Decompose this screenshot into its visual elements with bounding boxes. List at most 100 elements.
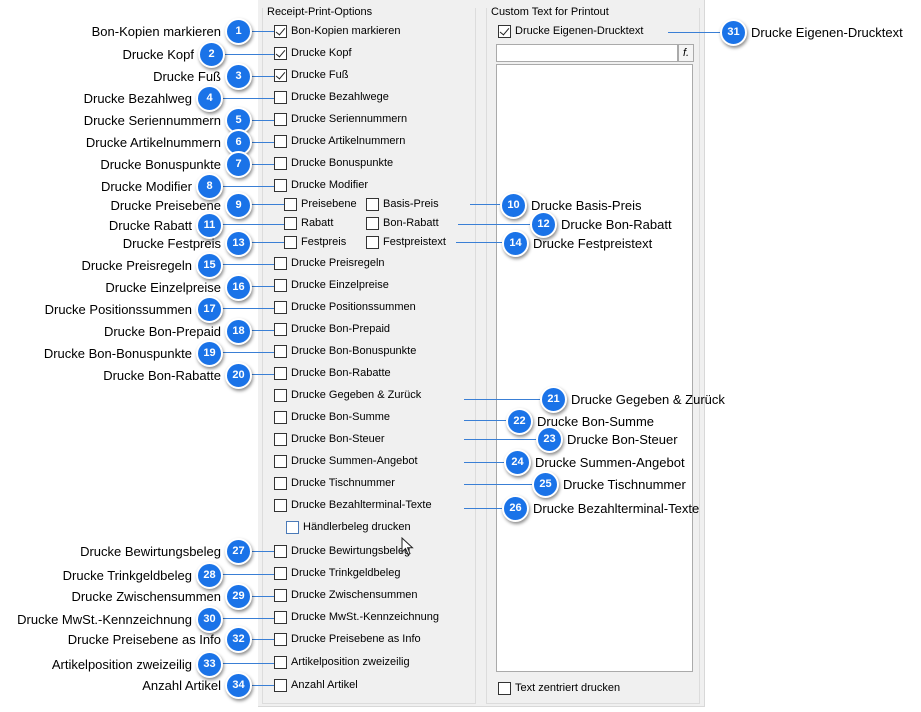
custom-text-input[interactable] (496, 44, 678, 62)
callout-31: 31 Drucke Eigenen-Drucktext (720, 18, 903, 46)
checkbox[interactable] (284, 235, 297, 249)
option-drucke-gegeben-zurueck[interactable]: Drucke Gegeben & Zurück (274, 387, 421, 403)
checkbox[interactable] (498, 681, 511, 695)
callout-26: 26 Drucke Bezahlterminal-Texte (502, 494, 699, 522)
callout-14: 14 Drucke Festpreistext (502, 229, 652, 257)
option-drucke-bezahlterminal-texte[interactable]: Drucke Bezahlterminal-Texte (274, 497, 432, 513)
checkbox[interactable] (366, 235, 379, 249)
option-bon-kopien-markieren[interactable]: Bon-Kopien markieren (274, 23, 400, 39)
leader-line (464, 484, 532, 485)
option-drucke-zwischensummen[interactable]: Drucke Zwischensummen (274, 587, 418, 603)
checkbox[interactable] (274, 610, 287, 624)
checkbox[interactable] (274, 454, 287, 468)
option-festpreistext[interactable]: Festpreistext (366, 234, 446, 250)
checkbox[interactable] (274, 655, 287, 669)
option-drucke-seriennummern[interactable]: Drucke Seriennummern (274, 111, 407, 127)
option-drucke-eigenen-drucktext[interactable]: Drucke Eigenen-Drucktext (498, 23, 643, 39)
function-button[interactable]: f. (678, 44, 694, 62)
option-bon-rabatt[interactable]: Bon-Rabatt (366, 215, 439, 231)
checkbox[interactable] (274, 322, 287, 336)
option-drucke-einzelpreise[interactable]: Drucke Einzelpreise (274, 277, 389, 293)
leader-line (456, 242, 502, 243)
option-haendlerbeleg-drucken[interactable]: Händlerbeleg drucken (286, 519, 411, 535)
leader-line (464, 420, 506, 421)
leader-line (470, 204, 500, 205)
option-drucke-artikelnummern[interactable]: Drucke Artikelnummern (274, 133, 405, 149)
option-drucke-modifier[interactable]: Drucke Modifier (274, 177, 368, 193)
leader-line (668, 32, 720, 33)
checkbox[interactable] (274, 24, 287, 38)
checkbox[interactable] (274, 588, 287, 602)
option-drucke-mwst-kennzeichnung[interactable]: Drucke MwSt.-Kennzeichnung (274, 609, 439, 625)
checkbox[interactable] (366, 197, 379, 211)
checkbox[interactable] (366, 216, 379, 230)
checkbox[interactable] (274, 498, 287, 512)
checkbox[interactable] (274, 566, 287, 580)
leader-line (248, 204, 284, 205)
checkbox[interactable] (284, 197, 297, 211)
checkbox[interactable] (286, 520, 299, 534)
option-drucke-bon-prepaid[interactable]: Drucke Bon-Prepaid (274, 321, 390, 337)
receipt-group-title: Receipt-Print-Options (265, 6, 375, 18)
leader-line (219, 264, 274, 265)
callout-32: Drucke Preisebene as Info 32 (68, 625, 252, 653)
callout-34: Anzahl Artikel 34 (142, 671, 252, 699)
leader-line (219, 308, 274, 309)
leader-line (219, 352, 274, 353)
checkbox[interactable] (274, 432, 287, 446)
option-drucke-tischnummer[interactable]: Drucke Tischnummer (274, 475, 395, 491)
option-drucke-bewirtungsbeleg[interactable]: Drucke Bewirtungsbeleg (274, 543, 410, 559)
checkbox[interactable] (274, 46, 287, 60)
option-festpreis[interactable]: Festpreis (284, 234, 346, 250)
leader-line (219, 98, 274, 99)
checkbox[interactable] (274, 112, 287, 126)
checkbox[interactable] (274, 68, 287, 82)
checkbox[interactable] (284, 216, 297, 230)
leader-line (458, 224, 530, 225)
checkbox[interactable] (274, 178, 287, 192)
option-drucke-bon-rabatte[interactable]: Drucke Bon-Rabatte (274, 365, 391, 381)
option-anzahl-artikel[interactable]: Anzahl Artikel (274, 677, 358, 693)
option-drucke-bon-summe[interactable]: Drucke Bon-Summe (274, 409, 390, 425)
checkbox[interactable] (274, 156, 287, 170)
leader-line (219, 574, 274, 575)
leader-line (464, 508, 504, 509)
option-drucke-preisregeln[interactable]: Drucke Preisregeln (274, 255, 385, 271)
checkbox[interactable] (274, 300, 287, 314)
checkbox[interactable] (274, 344, 287, 358)
checkbox[interactable] (274, 678, 287, 692)
callout-25: 25 Drucke Tischnummer (532, 470, 686, 498)
option-text-zentriert-drucken[interactable]: Text zentriert drucken (498, 680, 620, 696)
leader-line (248, 242, 284, 243)
callout-20: Drucke Bon-Rabatte 20 (103, 361, 252, 389)
option-drucke-kopf[interactable]: Drucke Kopf (274, 45, 352, 61)
checkbox[interactable] (274, 256, 287, 270)
custom-text-area[interactable] (496, 64, 693, 672)
checkbox[interactable] (274, 278, 287, 292)
option-artikelposition-zweizeilig[interactable]: Artikelposition zweizeilig (274, 654, 410, 670)
option-drucke-bonuspunkte[interactable]: Drucke Bonuspunkte (274, 155, 393, 171)
option-drucke-bon-steuer[interactable]: Drucke Bon-Steuer (274, 431, 385, 447)
checkbox[interactable] (274, 476, 287, 490)
checkbox[interactable] (274, 90, 287, 104)
option-drucke-bon-bonuspunkte[interactable]: Drucke Bon-Bonuspunkte (274, 343, 416, 359)
option-drucke-preisebene-as-info[interactable]: Drucke Preisebene as Info (274, 631, 421, 647)
checkbox[interactable] (274, 134, 287, 148)
checkbox[interactable] (274, 410, 287, 424)
option-rabatt[interactable]: Rabatt (284, 215, 333, 231)
checkbox[interactable] (274, 632, 287, 646)
option-drucke-trinkgeldbeleg[interactable]: Drucke Trinkgeldbeleg (274, 565, 400, 581)
option-drucke-fuss[interactable]: Drucke Fuß (274, 67, 348, 83)
option-drucke-positionssummen[interactable]: Drucke Positionssummen (274, 299, 416, 315)
custom-group-title: Custom Text for Printout (489, 6, 611, 18)
mouse-pointer-icon (401, 537, 414, 556)
option-preisebene[interactable]: Preisebene (284, 196, 357, 212)
checkbox[interactable] (274, 366, 287, 380)
checkbox[interactable] (274, 544, 287, 558)
leader-line (219, 186, 274, 187)
option-basis-preis[interactable]: Basis-Preis (366, 196, 439, 212)
checkbox[interactable] (274, 388, 287, 402)
checkbox[interactable] (498, 24, 511, 38)
option-drucke-bezahlwege[interactable]: Drucke Bezahlwege (274, 89, 389, 105)
option-drucke-summen-angebot[interactable]: Drucke Summen-Angebot (274, 453, 418, 469)
